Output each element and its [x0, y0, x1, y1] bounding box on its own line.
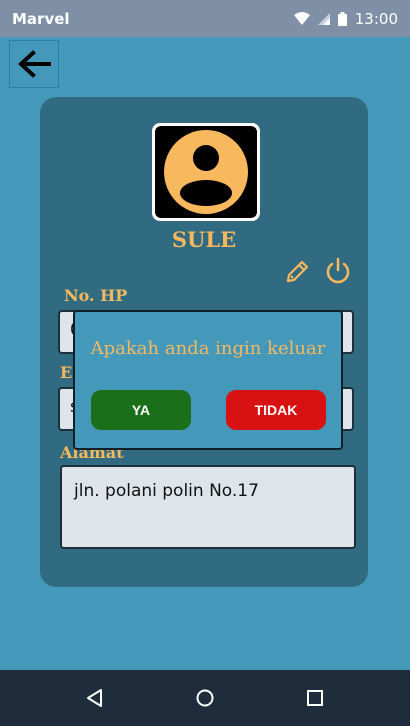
back-button[interactable]	[9, 40, 59, 88]
recents-square-icon	[307, 690, 323, 706]
logout-dialog: Apakah anda ingin keluar YA TIDAK	[73, 310, 343, 450]
clock-time: 13:00	[354, 9, 398, 28]
status-bar: Marvel 13:00	[0, 0, 410, 37]
nav-back-button[interactable]	[75, 678, 115, 718]
navigation-bar	[0, 670, 410, 726]
signal-icon	[317, 12, 330, 25]
nav-home-button[interactable]	[185, 678, 225, 718]
pencil-icon[interactable]	[284, 259, 310, 285]
cancel-button[interactable]: TIDAK	[226, 390, 326, 430]
home-circle-icon	[196, 689, 214, 707]
dialog-title: Apakah anda ingin keluar	[90, 338, 326, 359]
power-icon[interactable]	[324, 257, 352, 285]
battery-icon	[337, 11, 347, 26]
user-name: SULE	[171, 227, 237, 252]
avatar	[152, 123, 260, 221]
wifi-icon	[293, 11, 310, 25]
arrow-left-icon	[18, 50, 51, 78]
nav-recents-button[interactable]	[295, 678, 335, 718]
address-field[interactable]: jln. polani polin No.17	[60, 465, 356, 549]
carrier-label: Marvel	[12, 9, 70, 28]
user-avatar-icon	[164, 130, 248, 214]
confirm-button[interactable]: YA	[91, 390, 191, 430]
phone-label: No. HP	[64, 286, 128, 305]
back-triangle-icon	[87, 689, 102, 707]
